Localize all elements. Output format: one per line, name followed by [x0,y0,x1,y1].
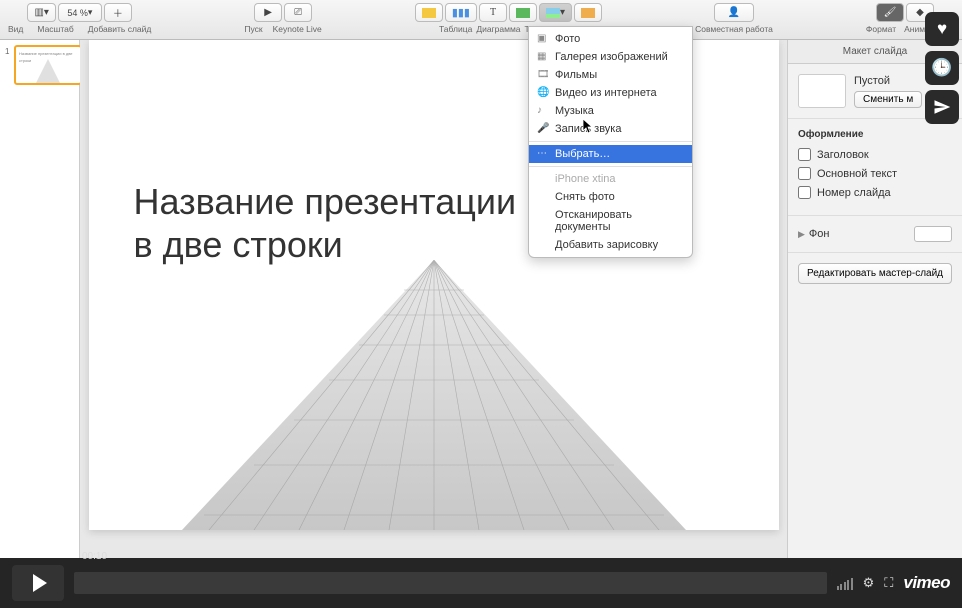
disclosure-icon[interactable]: ▶ [798,229,805,239]
menu-iphone: iPhone xtina [529,170,692,188]
volume-icon[interactable] [837,576,853,590]
keynote-live-label: Keynote Live [273,24,322,34]
media-button[interactable]: ▾ [539,3,572,22]
slide-navigator: 1 Название презентации в две строки [0,40,80,558]
title-line1: Название презентации [134,181,517,222]
menu-web-video[interactable]: 🌐Видео из интернета [529,84,692,102]
checkbox-number[interactable]: Номер слайда [798,186,952,199]
menu-photo[interactable]: ▣Фото [529,30,692,48]
thumbnail-image-icon [36,59,60,83]
media-icon [546,8,560,18]
play-button[interactable]: ▶ [254,3,282,22]
collab-label: Совместная работа [695,24,773,34]
text-icon: T [490,7,496,18]
add-slide-button[interactable]: ＋ [104,3,132,22]
video-player-bar: 00:10 ⚙ ⛶ vimeo [0,558,962,608]
toolbar: ▥▾ 54 %▾ ＋ Вид Масштаб Добавить слайд ▶ … [0,0,962,40]
add-slide-label: Добавить слайд [88,24,152,34]
format-button[interactable]: 🖌 [876,3,904,22]
fullscreen-icon[interactable]: ⛶ [884,575,893,591]
vimeo-overlay-icons: ♥ 🕒 [925,12,959,124]
table-button[interactable] [415,3,443,22]
menu-audio-record[interactable]: 🎤Запись звука [529,120,692,138]
appearance-title: Оформление [798,129,952,140]
chart-button[interactable]: ▮▮▮ [445,3,477,22]
comment-icon [581,8,595,18]
menu-take-photo[interactable]: Снять фото [529,188,692,206]
menu-choose[interactable]: ⋯Выбрать… [529,145,692,163]
master-thumbnail[interactable] [798,74,846,108]
play-video-button[interactable] [12,565,64,601]
chart-icon: ▮▮▮ [452,6,470,19]
bg-color-swatch[interactable] [914,226,952,242]
menu-sketch[interactable]: Добавить зарисовку [529,236,692,254]
edit-master-button[interactable]: Редактировать мастер-слайд [798,263,952,284]
table-icon [422,8,436,18]
vimeo-logo[interactable]: vimeo [903,573,950,593]
slide-thumbnail[interactable]: Название презентации в две строки [14,45,82,85]
mic-icon: 🎤 [537,123,549,135]
play-icon [33,574,47,592]
checkbox-title[interactable]: Заголовок [798,148,952,161]
like-icon[interactable]: ♥ [925,12,959,46]
keynote-live-button[interactable]: ⎚ [284,3,312,22]
progress-bar[interactable] [74,572,827,594]
slide-title: Название презентации в две строки [134,180,517,266]
bg-label: ▶Фон [798,228,829,240]
format-label: Формат [866,24,896,34]
view-button[interactable]: ▥▾ [27,3,55,22]
mouse-cursor [583,119,595,135]
zoom-selector[interactable]: 54 %▾ [58,3,102,22]
globe-icon: 🌐 [537,87,549,99]
menu-separator [529,166,692,167]
current-time: 00:10 [82,551,107,562]
menu-movies[interactable]: 🎞Фильмы [529,66,692,84]
shape-icon [516,8,530,18]
menu-separator [529,141,692,142]
thumbnail-number: 1 [5,47,9,56]
photo-icon: ▣ [537,33,549,45]
progress-container: 00:10 [74,565,827,601]
menu-gallery[interactable]: ▦Галерея изображений [529,48,692,66]
collaborate-button[interactable]: 👤 [714,3,754,22]
menu-music[interactable]: ♪Музыка [529,102,692,120]
view-label: Вид [8,24,23,34]
gallery-icon: ▦ [537,51,549,63]
comment-button[interactable] [574,3,602,22]
watch-later-icon[interactable]: 🕒 [925,51,959,85]
play-label: Пуск [244,24,262,34]
media-dropdown: ▣Фото ▦Галерея изображений 🎞Фильмы 🌐Виде… [528,26,693,258]
share-icon[interactable] [925,90,959,124]
settings-icon[interactable]: ⚙ [863,575,875,591]
change-master-button[interactable]: Сменить м [854,91,922,108]
building-image [144,260,724,530]
checkbox-body[interactable]: Основной текст [798,167,952,180]
text-button[interactable]: T [479,3,507,22]
content-area: 1 Название презентации в две строки Назв… [0,40,962,558]
table-label: Таблица [439,24,472,34]
chart-label: Диаграмма [476,24,520,34]
dots-icon: ⋯ [537,148,549,160]
film-icon: 🎞 [537,69,549,81]
menu-scan[interactable]: Отсканировать документы [529,206,692,236]
zoom-label: Масштаб [37,24,73,34]
shape-button[interactable] [509,3,537,22]
music-icon: ♪ [537,105,549,117]
